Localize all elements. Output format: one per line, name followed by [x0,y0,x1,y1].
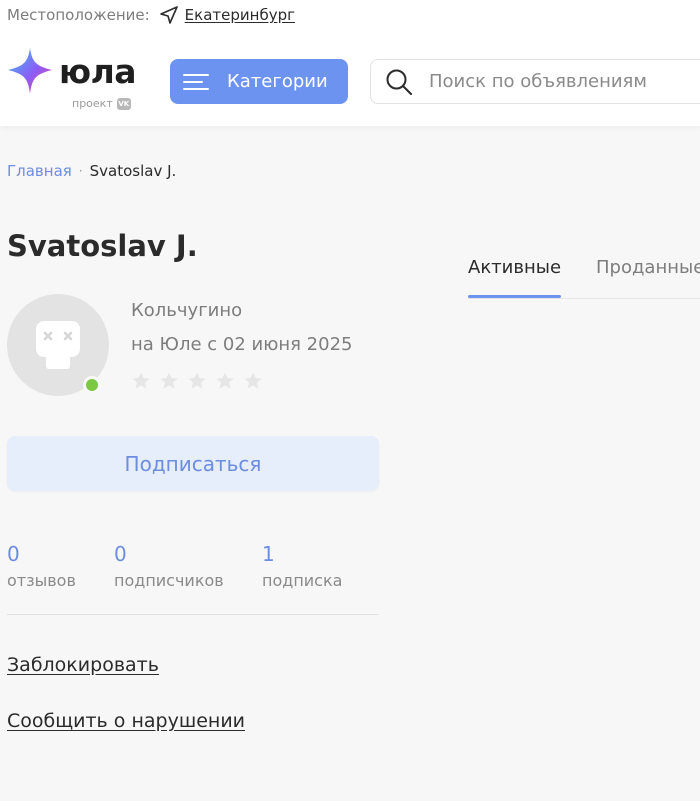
stat-reviews[interactable]: 0 отзывов [7,542,76,590]
stat-subscriptions-value: 1 [262,542,275,566]
breadcrumb-home-link[interactable]: Главная [7,162,72,180]
search-icon [385,68,413,96]
default-avatar-face-icon [36,321,80,369]
navigation-arrow-icon [159,5,179,25]
location-city-link[interactable]: Екатеринбург [185,6,295,24]
profile-member-since: на Юле с 02 июня 2025 [131,334,353,355]
stat-subscribers-value: 0 [114,542,127,566]
block-user-link[interactable]: Заблокировать [7,654,159,676]
online-status-indicator [83,376,101,394]
categories-button[interactable]: Категории [170,59,348,104]
star-icon [160,372,178,389]
vk-badge: VK [116,97,131,110]
tab-sold[interactable]: Проданные [596,257,700,278]
logo-star-icon [8,48,52,94]
breadcrumb-separator: · [78,164,83,178]
profile-name: Svatoslav J. [7,229,198,263]
stat-subscriptions[interactable]: 1 подписка [262,542,342,590]
tab-active[interactable]: Активные [468,257,562,298]
location-label: Местоположение: [7,6,150,24]
star-icon [216,372,234,389]
star-icon [132,372,150,389]
profile-city: Кольчугино [131,300,243,321]
stat-subscribers[interactable]: 0 подписчиков [114,542,224,590]
logo-wordmark: юла [59,52,137,91]
search-input[interactable] [429,71,700,92]
stat-reviews-label: отзывов [7,571,76,590]
site-header: Местоположение: Екатеринбург юла проект … [0,0,700,126]
location-bar: Местоположение: Екатеринбург [7,3,295,27]
report-violation-link[interactable]: Сообщить о нарушении [7,710,245,732]
breadcrumb: Главная · Svatoslav J. [7,162,176,180]
menu-lines-icon [183,73,209,90]
listing-tabs: Активные Проданные [468,248,700,299]
categories-label: Категории [227,71,328,92]
subscribe-button[interactable]: Подписаться [7,436,379,491]
stats-divider [7,614,379,615]
yula-logo[interactable]: юла проект VK [6,46,140,116]
rating-stars [131,371,263,391]
search-bar[interactable] [370,59,700,104]
stat-reviews-value: 0 [7,542,20,566]
star-icon [244,372,262,389]
logo-subtitle: проект VK [72,97,131,110]
logo-subtitle-text: проект [72,97,113,110]
breadcrumb-current: Svatoslav J. [89,162,177,180]
stat-subscriptions-label: подписка [262,571,343,590]
star-icon [188,372,206,389]
stat-subscribers-label: подписчиков [114,571,224,590]
